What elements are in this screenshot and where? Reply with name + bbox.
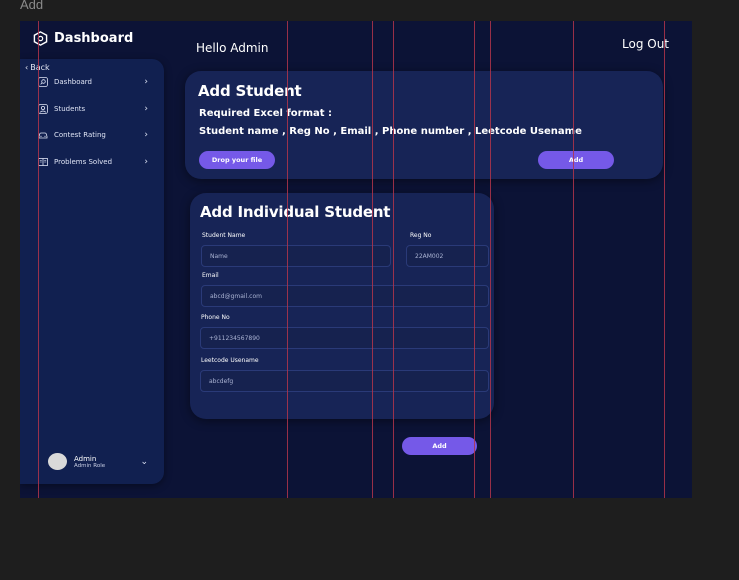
back-label: Back [30, 63, 50, 72]
user-role: Admin Role [74, 462, 106, 469]
logout-button[interactable]: Log Out [622, 37, 669, 51]
sidebar-item-problems-solved[interactable]: Problems Solved › [38, 157, 148, 167]
sidebar-item-label: Contest Rating [54, 131, 106, 139]
student-name-label: Student Name [202, 232, 246, 239]
sidebar-item-students[interactable]: Students › [38, 104, 148, 114]
sidebar-item-dashboard[interactable]: Dashboard › [38, 77, 148, 87]
book-icon [38, 157, 48, 167]
user-icon [38, 104, 48, 114]
sidebar-item-contest-rating[interactable]: Contest Rating › [38, 130, 148, 140]
email-input[interactable]: abcd@gmail.com [201, 285, 489, 307]
chevron-left-icon: ‹ [25, 63, 29, 72]
greeting: Hello Admin [196, 41, 269, 55]
drop-file-button[interactable]: Drop your file [199, 151, 275, 169]
sidebar: ‹ Back Dashboard › Students › Contest Ra… [20, 59, 164, 484]
student-name-input[interactable]: Name [201, 245, 391, 267]
chevron-right-icon: › [144, 77, 148, 87]
phone-label: Phone No [201, 314, 230, 321]
car-icon [38, 130, 48, 140]
bulk-upload-card: Add Student Required Excel format : Stud… [185, 71, 663, 179]
reg-no-input[interactable]: 22AM002 [406, 245, 489, 267]
format-fields: Student name , Reg No , Email , Phone nu… [199, 126, 582, 137]
format-heading: Required Excel format : [199, 108, 333, 119]
leetcode-label: Leetcode Usename [201, 357, 259, 364]
user-name: Admin [74, 454, 97, 463]
sidebar-item-label: Dashboard [54, 78, 92, 86]
chevron-right-icon: › [144, 104, 148, 114]
guide-line [664, 21, 665, 498]
leetcode-input[interactable]: abcdefg [200, 370, 489, 392]
card-title: Add Individual Student [200, 203, 391, 221]
hexagon-logo-icon [33, 31, 48, 46]
avatar [48, 453, 67, 470]
dashboard-search-icon [38, 77, 48, 87]
card-title: Add Student [198, 82, 302, 100]
chevron-right-icon: › [144, 157, 148, 167]
email-label: Email [202, 272, 219, 279]
individual-student-card: Add Individual Student Student Name Name… [190, 193, 494, 419]
reg-no-label: Reg No [410, 232, 432, 239]
brand[interactable]: Dashboard [33, 31, 133, 46]
frame-name-label: Add [20, 0, 44, 12]
user-profile-menu[interactable]: Admin Admin Role ⌄ [48, 453, 148, 470]
brand-title: Dashboard [54, 31, 134, 46]
back-link[interactable]: ‹ Back [25, 63, 50, 72]
add-upload-button[interactable]: Add [538, 151, 614, 169]
chevron-down-icon[interactable]: ⌄ [140, 457, 148, 467]
user-info: Admin Admin Role [74, 455, 105, 469]
phone-input[interactable]: +911234567890 [200, 327, 489, 349]
chevron-right-icon: › [144, 130, 148, 140]
sidebar-item-label: Problems Solved [54, 158, 113, 166]
sidebar-item-label: Students [54, 105, 86, 113]
submit-add-button[interactable]: Add [402, 437, 477, 455]
dashboard-frame: Dashboard ‹ Back Dashboard › Students › … [20, 21, 692, 498]
